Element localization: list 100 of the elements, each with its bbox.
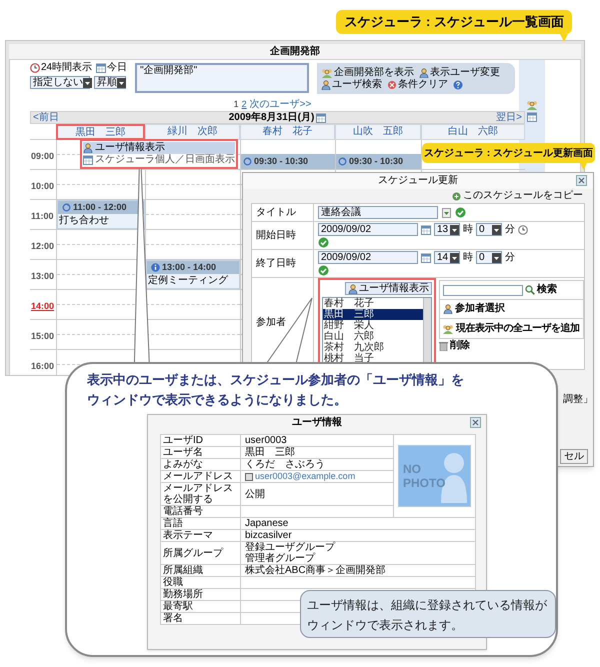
prev-day-link[interactable]: <前日	[33, 112, 59, 122]
info-label: よみがな	[163, 459, 203, 470]
group-icon	[526, 100, 538, 110]
info-label: 言語	[163, 518, 183, 529]
time-label: 12:00	[31, 241, 54, 251]
calendar-icon	[421, 224, 431, 234]
clock-icon	[518, 224, 528, 234]
date-field[interactable]: 2009/09/02	[318, 251, 418, 264]
user-header[interactable]: 山吹 五郎	[335, 124, 421, 140]
unit-label: 時	[463, 252, 473, 262]
window-title: ユーザ情報	[292, 418, 342, 428]
note-text: ユーザ情報は、組織に登録されている情報が	[307, 597, 548, 614]
select-participants-link[interactable]: 参加者選択	[455, 304, 505, 314]
delete-link[interactable]: 削除	[450, 341, 470, 351]
view-24h-link[interactable]: 24時間表示	[41, 63, 92, 73]
info-label: 所属組織	[163, 565, 203, 576]
info-value: 公開	[245, 488, 265, 500]
partial-text: 調整」	[563, 395, 593, 405]
close-icon[interactable]	[470, 417, 481, 428]
help-icon[interactable]	[453, 80, 464, 90]
event-bar[interactable]: 09:30 - 10:30	[241, 154, 335, 169]
event-block[interactable]: 13:00 - 14:00 定例ミーティング	[146, 260, 240, 289]
next-users-link[interactable]: 次のユーザ>>	[250, 100, 312, 110]
calendar-icon	[527, 112, 537, 122]
menu-item[interactable]: スケジューラ個人／日画面表示	[83, 154, 235, 166]
partial-button[interactable]: セル	[560, 449, 588, 464]
info-value: 管理者グループ	[245, 553, 316, 564]
search-button[interactable]: 検索	[537, 285, 557, 295]
dropdown-icon[interactable]	[442, 208, 451, 218]
add-all-users-link[interactable]: 現在表示中の全ユーザを追加	[456, 324, 580, 334]
person-icon	[443, 304, 453, 314]
event-bar[interactable]: 09:30 - 10:30	[336, 154, 421, 169]
calendar-icon	[421, 252, 431, 262]
search-icon	[525, 285, 535, 295]
select-field[interactable]: 14	[434, 251, 460, 264]
scrollbar	[423, 298, 431, 364]
check-icon	[318, 265, 329, 276]
select-field[interactable]: 0	[476, 223, 502, 236]
participant-item[interactable]: 桃村 当子	[323, 353, 423, 364]
clear-icon	[387, 80, 398, 90]
page-link[interactable]: 1	[234, 100, 239, 109]
group-icon	[442, 324, 454, 334]
title-field[interactable]: 連絡会議	[318, 206, 438, 219]
date-field[interactable]: 2009/09/02	[318, 223, 418, 236]
unit-label: 分	[505, 224, 515, 234]
time-label: 15:00	[31, 331, 54, 341]
field-label: 参加者	[256, 318, 286, 328]
select-field[interactable]: 13	[434, 223, 460, 236]
participant-item[interactable]: 紺野 栄人	[323, 320, 423, 331]
info-label: 役職	[163, 577, 183, 588]
time-label: 09:00	[31, 151, 54, 161]
user-info-button[interactable]: ユーザ情報表示	[345, 282, 432, 295]
callout-text: 表示中のユーザまたは、スケジュール参加者の「ユーザ情報」を	[87, 371, 465, 389]
participant-item[interactable]: 茶村 九次郎	[323, 342, 423, 353]
next-day-link[interactable]: 翌日>	[496, 112, 522, 122]
participant-list[interactable]: 春村 花子 黒田 三郎 紺野 栄人 白山 六郎 茶村 九次郎 桃村 当子	[322, 297, 432, 365]
info-label: ユーザ名	[163, 447, 203, 458]
select-field[interactable]: 昇順	[94, 76, 126, 89]
info-value: 黒田 三郎	[245, 447, 295, 458]
event-time: 11:00 - 12:00	[73, 203, 127, 212]
repeat-icon	[243, 157, 252, 166]
user-header[interactable]: 緑川 次郎	[145, 124, 240, 140]
window-title: 企画開発部	[9, 44, 581, 59]
participant-item[interactable]: 白山 六郎	[323, 331, 423, 342]
group-field[interactable]: "企画開発部"	[135, 63, 310, 93]
info-value: 登録ユーザグループ	[245, 542, 336, 553]
menu-item[interactable]: ユーザ情報表示	[83, 142, 235, 154]
unit-label: 分	[505, 252, 515, 262]
photo-text: PHOTO	[403, 476, 446, 490]
user-header[interactable]: 春村 花子	[240, 124, 335, 140]
user-header[interactable]: 白山 六郎	[421, 124, 525, 140]
event-time: 09:30 - 10:30	[254, 157, 308, 166]
label-pointer	[560, 34, 568, 42]
action-link[interactable]: 表示ユーザ変更	[430, 68, 500, 78]
info-label: メールアドレスを公開する	[163, 483, 233, 505]
date-label: 2009年8月31日(月)	[228, 112, 314, 122]
select-field[interactable]: 指定しない	[30, 76, 90, 89]
field-label: 開始日時	[256, 230, 296, 240]
participant-item[interactable]: 春村 花子	[323, 298, 423, 309]
event-block[interactable]: 11:00 - 12:00 打ち合わせ	[57, 200, 145, 229]
calendar-icon	[316, 112, 326, 122]
action-link[interactable]: 条件クリア	[398, 80, 448, 90]
close-icon[interactable]	[576, 175, 587, 186]
page-link[interactable]: 2	[242, 100, 247, 109]
participant-item[interactable]: 黒田 三郎	[323, 309, 423, 320]
info-label: ユーザID	[163, 435, 203, 446]
search-field[interactable]	[443, 284, 523, 296]
info-icon	[151, 263, 160, 272]
info-value: user0003	[245, 435, 287, 446]
screen-label: スケジューラ : スケジュール一覧画面	[336, 10, 572, 34]
person-icon	[83, 143, 93, 153]
select-field[interactable]: 0	[476, 251, 502, 264]
user-header[interactable]: 黒田 三郎	[56, 124, 145, 140]
today-link[interactable]: 今日	[107, 63, 128, 73]
action-link[interactable]: 企画開発部を表示	[334, 68, 414, 78]
person-icon	[348, 284, 358, 294]
action-link[interactable]: ユーザ検索	[332, 80, 382, 90]
event-time: 09:30 - 10:30	[349, 157, 404, 166]
copy-link[interactable]: このスケジュールをコピー	[463, 191, 583, 201]
info-value: 株式会社ABC商事＞企画開発部	[245, 565, 386, 576]
